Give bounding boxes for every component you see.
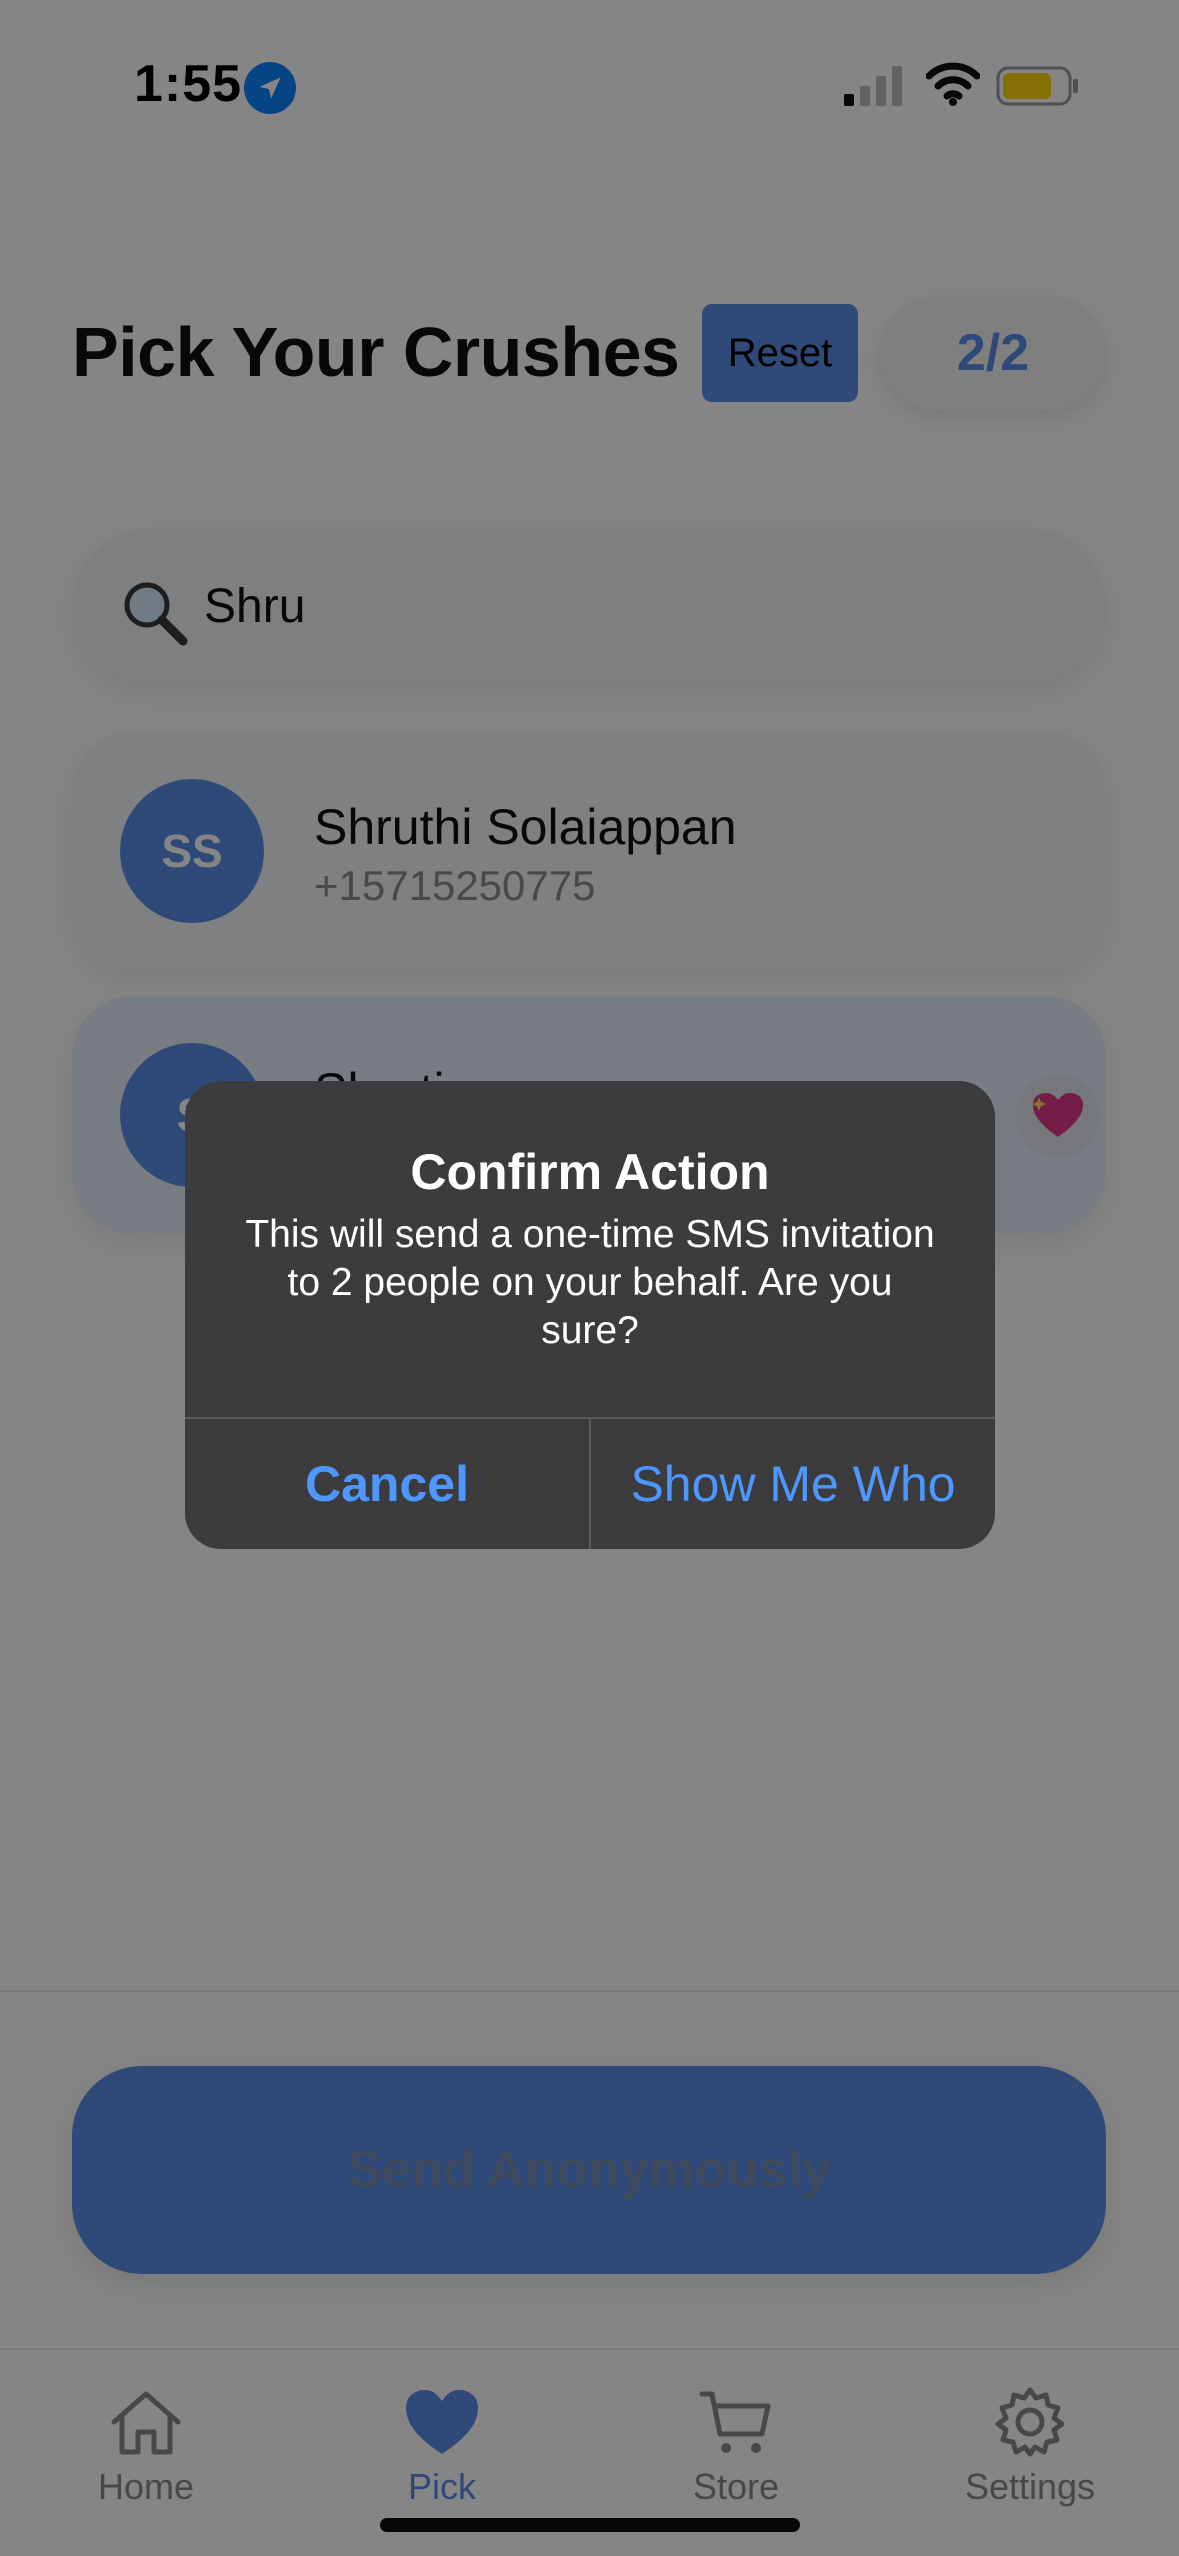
alert-message: This will send a one-time SMS invitation… — [245, 1213, 935, 1352]
cancel-button[interactable]: Cancel — [185, 1419, 589, 1549]
app-screen: 1:55 Pick Your Crushes Reset 2/2 Shru SS… — [0, 0, 1179, 2556]
alert-title: Confirm Action — [410, 1144, 770, 1200]
confirm-alert-dialog: Confirm Action This will send a one-time… — [185, 1081, 995, 1549]
show-me-who-button[interactable]: Show Me Who — [591, 1419, 995, 1549]
